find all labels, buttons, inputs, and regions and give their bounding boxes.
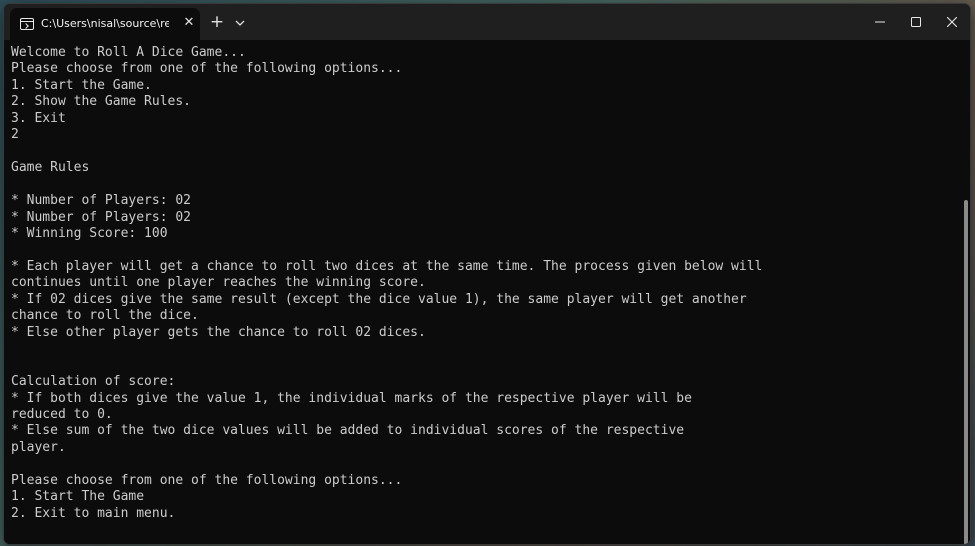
console-text: Welcome to Roll A Dice Game... Please ch…	[11, 45, 911, 522]
terminal-window: C:\Users\nisal\source\repos\R ✕ + Welcom…	[3, 3, 971, 545]
close-icon	[947, 17, 957, 27]
console-line: Game Rules	[11, 160, 90, 176]
maximize-button[interactable]	[898, 4, 934, 40]
chevron-down-icon	[235, 20, 245, 26]
console-line: * Number of Players: 02	[11, 193, 192, 209]
console-line: * Else sum of the two dice values will b…	[11, 423, 685, 439]
console-line: * Else other player gets the chance to r…	[11, 324, 426, 340]
title-bar[interactable]: C:\Users\nisal\source\repos\R ✕ +	[4, 4, 970, 40]
console-line: * If both dices give the value 1, the in…	[11, 390, 692, 406]
console-line: * Winning Score: 100	[11, 225, 168, 241]
minimize-button[interactable]	[862, 4, 898, 40]
close-window-button[interactable]	[934, 4, 970, 40]
terminal-icon	[20, 18, 34, 30]
scrollbar[interactable]	[964, 200, 968, 544]
console-line: Please choose from one of the following …	[11, 61, 403, 77]
console-line: Calculation of score:	[11, 374, 176, 390]
console-line: 2. Exit to main menu.	[11, 505, 176, 521]
console-line: Welcome to Roll A Dice Game...	[11, 45, 246, 60]
console-line: 1. Start the Game.	[11, 77, 152, 93]
new-tab-button[interactable]: +	[206, 12, 228, 34]
console-line: chance to roll the dice.	[11, 308, 199, 324]
minimize-icon	[875, 21, 885, 23]
tab-close-button[interactable]: ✕	[180, 14, 198, 32]
tab-title: C:\Users\nisal\source\repos\R	[41, 17, 169, 30]
maximize-icon	[911, 17, 921, 27]
tab-active[interactable]: C:\Users\nisal\source\repos\R ✕	[10, 8, 200, 40]
console-line: * Each player will get a chance to roll …	[11, 258, 763, 274]
console-line: 2. Show the Game Rules.	[11, 94, 192, 110]
console-output[interactable]: Welcome to Roll A Dice Game... Please ch…	[4, 40, 970, 544]
console-line: 3. Exit	[11, 110, 66, 126]
console-line: * If 02 dices give the same result (exce…	[11, 291, 747, 307]
tab-dropdown-button[interactable]	[230, 13, 250, 33]
console-line: reduced to 0.	[11, 406, 113, 422]
console-line: player.	[11, 439, 66, 455]
console-line: continues until one player reaches the w…	[11, 275, 426, 291]
console-line: 2	[11, 127, 19, 143]
console-line: * Number of Players: 02	[11, 209, 192, 225]
console-line: Please choose from one of the following …	[11, 472, 403, 488]
console-line: 1. Start The Game	[11, 489, 145, 505]
